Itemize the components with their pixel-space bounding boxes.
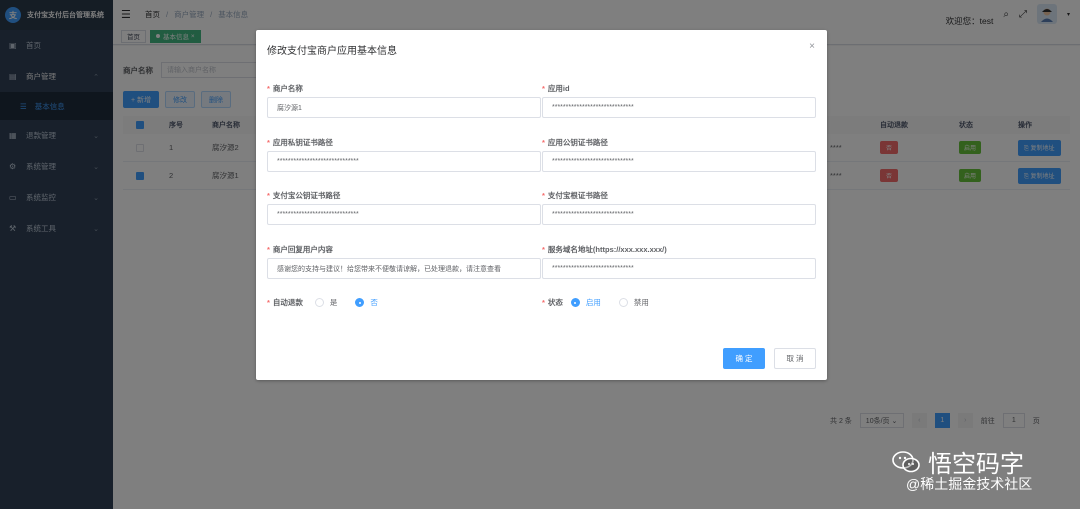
radio-circle[interactable] <box>314 298 324 307</box>
edit-merchant-dialog: 修改支付宝商户应用基本信息 × * 商户名称 腐汐源1 * 应用id *******… <box>256 30 827 380</box>
app-public-cert-field: * 应用公钥证书路径 ****************************** <box>542 137 816 172</box>
alipay-root-cert-field: * 支付宝根证书路径 ****************************** <box>542 190 816 225</box>
field-label: * 应用公钥证书路径 <box>542 138 608 147</box>
dialog-title: 修改支付宝商户应用基本信息 <box>267 46 397 57</box>
field-label-text: 支付宝公钥证书路径 <box>272 191 341 200</box>
wechat-icon <box>892 450 920 472</box>
field-label: * 状态 <box>542 298 563 307</box>
domain-field: * 服务域名地址(https://xxx.xxx.xxx/) **********… <box>542 244 816 279</box>
radio-label: 启用 <box>585 298 601 307</box>
app-public-cert-input[interactable]: ****************************** <box>542 151 816 172</box>
field-label: * 自动退款 <box>267 298 303 307</box>
radio-option-yes[interactable]: 是 <box>314 297 338 308</box>
alipay-public-cert-input[interactable]: ****************************** <box>267 204 541 225</box>
radio-option-disabled[interactable]: 禁用 <box>618 297 649 308</box>
alipay-public-cert-field: * 支付宝公钥证书路径 *****************************… <box>267 190 541 225</box>
field-label-text: 应用id <box>547 84 570 93</box>
radio-circle[interactable] <box>355 298 365 307</box>
field-label-text: 自动退款 <box>272 298 303 307</box>
field-label: * 应用id <box>542 84 570 93</box>
confirm-button[interactable]: 确 定 <box>723 348 765 369</box>
field-label-text: 服务域名地址(https://xxx.xxx.xxx/) <box>547 245 667 254</box>
app-private-cert-input[interactable]: ****************************** <box>267 151 541 172</box>
field-label: * 应用私钥证书路径 <box>267 138 333 147</box>
reply-content-input[interactable]: 感谢您的支持与建议！给您带来不便敬请谅解，已处理退款，请注意查看 <box>267 258 541 279</box>
field-label-text: 状态 <box>547 298 563 307</box>
app-private-cert-field: * 应用私钥证书路径 ****************************** <box>267 137 541 172</box>
radio-option-no[interactable]: 否 <box>355 297 378 308</box>
field-label: * 服务域名地址(https://xxx.xxx.xxx/) <box>542 245 667 254</box>
alipay-root-cert-input[interactable]: ****************************** <box>542 204 816 225</box>
radio-label: 否 <box>370 298 378 307</box>
auto-refund-radio-group: * 自动退款 是 否 <box>267 297 378 308</box>
watermark-subtitle: @稀土掘金技术社区 <box>906 476 1033 492</box>
field-label-text: 应用私钥证书路径 <box>272 138 333 147</box>
cancel-button[interactable]: 取 消 <box>774 348 816 369</box>
radio-label: 是 <box>329 298 338 307</box>
merchant-name-field: * 商户名称 腐汐源1 <box>267 83 541 118</box>
field-label-text: 商户回复用户内容 <box>272 245 333 254</box>
status-radio-group: * 状态 启用 禁用 <box>542 297 649 308</box>
field-label-text: 商户名称 <box>272 84 303 93</box>
field-label-text: 支付宝根证书路径 <box>547 191 608 200</box>
app-id-field: * 应用id ****************************** <box>542 83 816 118</box>
field-label: * 支付宝公钥证书路径 <box>267 191 341 200</box>
domain-input[interactable]: ****************************** <box>542 258 816 279</box>
radio-circle[interactable] <box>618 298 628 307</box>
radio-option-enabled[interactable]: 启用 <box>570 297 601 308</box>
close-icon[interactable]: × <box>809 41 815 52</box>
field-label: * 支付宝根证书路径 <box>542 191 608 200</box>
field-label-text: 应用公钥证书路径 <box>547 138 608 147</box>
merchant-name-input[interactable]: 腐汐源1 <box>267 97 541 118</box>
field-label: * 商户回复用户内容 <box>267 245 333 254</box>
app-id-input[interactable]: ****************************** <box>542 97 816 118</box>
reply-content-field: * 商户回复用户内容 感谢您的支持与建议！给您带来不便敬请谅解，已处理退款，请注意… <box>267 244 541 279</box>
radio-label: 禁用 <box>633 298 649 307</box>
field-label: * 商户名称 <box>267 84 303 93</box>
radio-circle[interactable] <box>570 298 580 307</box>
